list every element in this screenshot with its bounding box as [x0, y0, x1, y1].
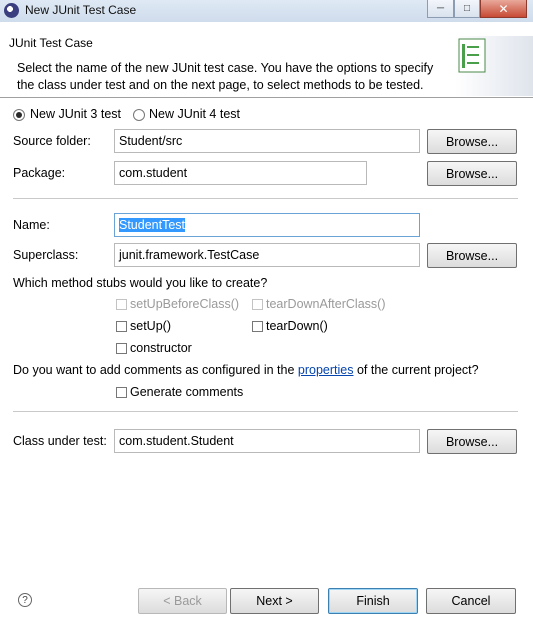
junit4-label[interactable]: New JUnit 4 test — [149, 107, 240, 121]
page-title: JUnit Test Case — [9, 36, 93, 50]
setup-checkbox[interactable] — [116, 321, 127, 332]
page-description: Select the name of the new JUnit test ca… — [17, 61, 434, 92]
minimize-icon: ─ — [436, 3, 445, 14]
minimize-button[interactable]: ─ — [427, 0, 454, 18]
constructor-label: constructor — [130, 341, 192, 355]
superclass-label: Superclass: — [13, 248, 79, 262]
close-icon: ✕ — [498, 1, 509, 16]
setupbeforeclass-label: setUpBeforeClass() — [130, 297, 240, 311]
comments-question-text: Do you want to add comments as configure… — [13, 363, 295, 377]
help-icon[interactable]: ? — [18, 593, 32, 607]
generate-comments-checkbox[interactable] — [116, 387, 127, 398]
constructor-checkbox[interactable] — [116, 343, 127, 354]
junit4-radio[interactable] — [133, 109, 145, 121]
finish-button[interactable]: Finish — [328, 588, 418, 614]
name-value: StudentTest — [119, 218, 186, 232]
cancel-button[interactable]: Cancel — [426, 588, 516, 614]
separator — [13, 411, 518, 412]
package-input[interactable]: com.student — [114, 161, 367, 185]
close-button[interactable]: ✕ — [480, 0, 527, 18]
source-folder-input[interactable]: Student/src — [114, 129, 420, 153]
superclass-browse-button[interactable]: Browse... — [427, 243, 517, 268]
name-label: Name: — [13, 218, 50, 232]
eclipse-icon — [4, 3, 19, 18]
junit3-radio[interactable] — [13, 109, 25, 121]
window-title: New JUnit Test Case — [25, 3, 137, 17]
package-browse-button[interactable]: Browse... — [427, 161, 517, 186]
source-folder-browse-button[interactable]: Browse... — [427, 129, 517, 154]
teardownafterclass-checkbox[interactable] — [252, 299, 263, 310]
separator — [13, 198, 518, 199]
back-button[interactable]: < Back — [138, 588, 227, 614]
class-under-test-browse-button[interactable]: Browse... — [427, 429, 517, 454]
next-button[interactable]: Next > — [230, 588, 319, 614]
properties-link[interactable]: properties — [298, 363, 354, 377]
comments-question-suffix: of the current project? — [356, 363, 479, 377]
setup-label: setUp() — [130, 319, 171, 333]
class-under-test-label: Class under test: — [13, 434, 107, 448]
stubs-question: Which method stubs would you like to cre… — [13, 276, 268, 290]
source-folder-label: Source folder: — [13, 134, 91, 148]
maximize-icon: □ — [463, 3, 471, 14]
comments-question: Do you want to add comments as configure… — [13, 363, 479, 377]
generate-comments-label: Generate comments — [130, 385, 244, 399]
junit3-label[interactable]: New JUnit 3 test — [30, 107, 121, 121]
class-under-test-input[interactable]: com.student.Student — [114, 429, 420, 453]
junit-wizard-icon — [458, 38, 486, 73]
superclass-input[interactable]: junit.framework.TestCase — [114, 243, 420, 267]
teardown-label: tearDown() — [266, 319, 328, 333]
name-input[interactable]: StudentTest — [114, 213, 420, 237]
teardownafterclass-label: tearDownAfterClass() — [266, 297, 386, 311]
setupbeforeclass-checkbox[interactable] — [116, 299, 127, 310]
package-label: Package: — [13, 166, 66, 180]
teardown-checkbox[interactable] — [252, 321, 263, 332]
maximize-button[interactable]: □ — [454, 0, 480, 18]
